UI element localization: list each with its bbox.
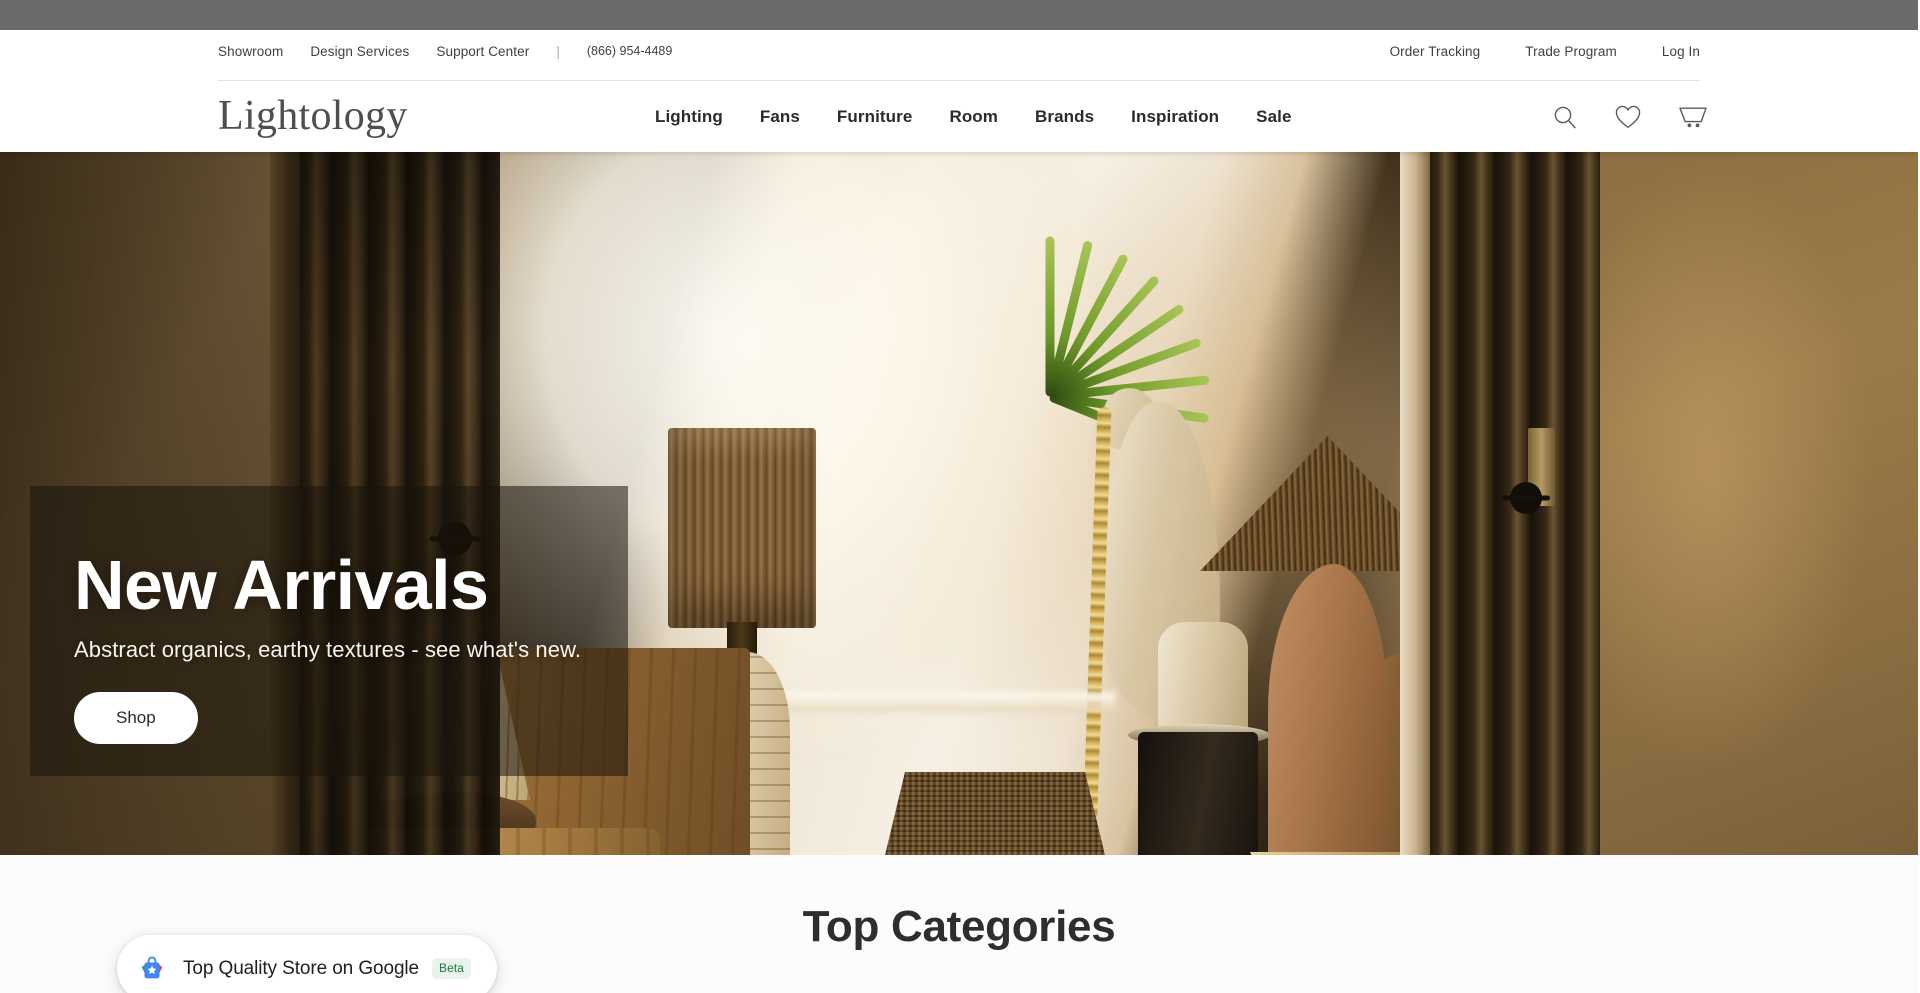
cart-icon[interactable] [1678, 104, 1708, 130]
hero-shop-button[interactable]: Shop [74, 692, 198, 744]
main-nav-row: Lightology Lighting Fans Furniture Room … [0, 81, 1918, 152]
door-knob-right [1510, 482, 1542, 514]
hero-title: New Arrivals [74, 546, 489, 624]
main-navigation: Lighting Fans Furniture Room Brands Insp… [655, 81, 1292, 152]
utility-bar: Showroom Design Services Support Center … [0, 30, 1918, 72]
hero-subtitle: Abstract organics, earthy textures - see… [74, 637, 582, 662]
black-pedestal-decor [1138, 732, 1258, 855]
utility-link-design-services[interactable]: Design Services [310, 44, 409, 59]
nav-item-lighting[interactable]: Lighting [655, 107, 723, 127]
utility-separator: | [556, 43, 560, 59]
brand-logo[interactable]: Lightology [218, 95, 408, 137]
utility-link-showroom[interactable]: Showroom [218, 44, 283, 59]
nav-item-furniture[interactable]: Furniture [837, 107, 913, 127]
utility-link-log-in[interactable]: Log In [1662, 44, 1700, 59]
utility-link-trade-program[interactable]: Trade Program [1525, 44, 1617, 59]
nav-item-inspiration[interactable]: Inspiration [1131, 107, 1219, 127]
utility-links-right: Order Tracking Trade Program Log In [1345, 44, 1700, 59]
google-badge-label: Top Quality Store on Google [183, 957, 419, 979]
nav-item-brands[interactable]: Brands [1035, 107, 1094, 127]
search-icon[interactable] [1552, 104, 1578, 130]
header-icon-group [1552, 81, 1708, 152]
utility-link-support-center[interactable]: Support Center [436, 44, 529, 59]
hero-banner: New Arrivals Abstract organics, earthy t… [0, 152, 1918, 855]
site-header: Showroom Design Services Support Center … [0, 30, 1918, 152]
top-categories-section: Top Categories Top Quality Store on Goog… [0, 855, 1918, 993]
nav-item-fans[interactable]: Fans [760, 107, 800, 127]
heart-icon[interactable] [1614, 104, 1642, 130]
nav-item-sale[interactable]: Sale [1256, 107, 1291, 127]
google-trust-badge[interactable]: Top Quality Store on Google Beta [117, 935, 498, 993]
utility-phone-number[interactable]: (866) 954-4489 [587, 44, 672, 58]
utility-link-order-tracking[interactable]: Order Tracking [1390, 44, 1481, 59]
google-shopping-bag-icon [137, 954, 167, 984]
browser-chrome-bar [0, 0, 1918, 30]
hero-copy-block: New Arrivals Abstract organics, earthy t… [74, 550, 774, 744]
page-root: Showroom Design Services Support Center … [0, 30, 1918, 993]
nav-item-room[interactable]: Room [949, 107, 998, 127]
utility-links-left: Showroom Design Services Support Center … [218, 44, 672, 59]
google-badge-beta-tag: Beta [432, 958, 472, 979]
